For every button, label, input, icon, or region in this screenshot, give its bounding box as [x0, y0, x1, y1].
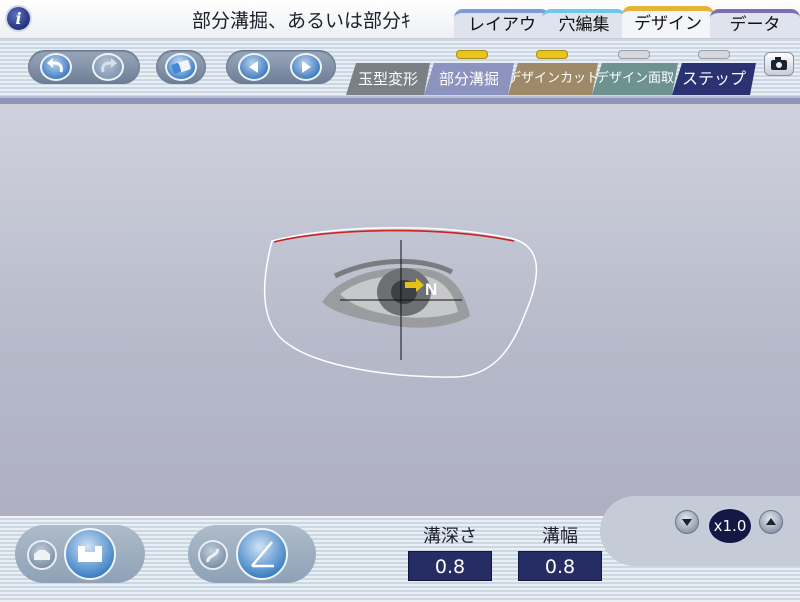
groove-type-b-button[interactable]	[64, 528, 116, 580]
subtab-design-chamfer[interactable]: デザイン面取	[592, 63, 678, 95]
eye-icon	[322, 259, 470, 328]
angle-line-icon	[251, 541, 274, 568]
undo-button[interactable]	[40, 53, 72, 81]
indicator-lamp	[698, 50, 730, 59]
subtab-design-cut[interactable]: デザインカット	[508, 63, 598, 95]
lens-drawing: N	[263, 226, 538, 378]
triangle-left-icon	[249, 61, 258, 73]
undo-icon	[47, 58, 63, 73]
groove-depth-field[interactable]: 0.8	[408, 551, 492, 581]
triangle-down-icon	[682, 519, 692, 526]
tab-design[interactable]: デザイン	[622, 6, 714, 38]
subtab-shape-deform[interactable]: 玉型変形	[346, 63, 430, 95]
curve-icon	[206, 548, 219, 563]
zoom-out-button[interactable]	[675, 510, 699, 534]
lens-editor-canvas[interactable]: N	[0, 104, 800, 516]
triangle-up-icon	[766, 518, 776, 525]
indicator-lamp	[618, 50, 650, 59]
indicator-lamp	[536, 50, 568, 59]
zoom-level: x1.0	[707, 507, 753, 545]
line-tool-button[interactable]	[236, 528, 288, 580]
subtab-step[interactable]: ステップ	[672, 63, 756, 95]
groove-depth-label: 溝深さ	[423, 526, 477, 547]
eraser-icon	[171, 59, 191, 75]
groove-width-field[interactable]: 0.8	[518, 551, 602, 581]
tab-layout[interactable]: レイアウト	[454, 9, 550, 59]
groove-width-label: 溝幅	[542, 526, 578, 547]
toolbar-divider	[0, 96, 800, 104]
redo-button[interactable]	[92, 53, 124, 81]
camera-icon[interactable]	[764, 52, 794, 76]
tab-data[interactable]: データ	[710, 9, 800, 38]
curve-tool-button[interactable]	[198, 540, 228, 570]
redo-icon	[101, 58, 117, 73]
groove-shape-icon	[34, 550, 50, 560]
groove-notch-icon	[78, 546, 102, 562]
triangle-right-icon	[302, 61, 311, 73]
groove-type-a-button[interactable]	[27, 540, 57, 570]
info-icon[interactable]: i	[5, 5, 32, 32]
zoom-in-button[interactable]	[759, 510, 783, 534]
previous-button[interactable]	[238, 53, 270, 81]
tab-hole-edit[interactable]: 穴編集	[542, 9, 626, 38]
title-bar: i 部分溝掘、あるいは部分ｷ レイアウト 穴編集 デザイン データ	[0, 0, 800, 59]
eraser-button[interactable]	[165, 53, 197, 81]
subtab-partial-groove[interactable]: 部分溝掘	[424, 63, 514, 95]
page-title: 部分溝掘、あるいは部分ｷ	[192, 10, 411, 32]
camera-glyph	[771, 57, 787, 70]
indicator-lamp	[456, 50, 488, 59]
nasal-direction-label: N	[425, 280, 437, 299]
next-button[interactable]	[290, 53, 322, 81]
